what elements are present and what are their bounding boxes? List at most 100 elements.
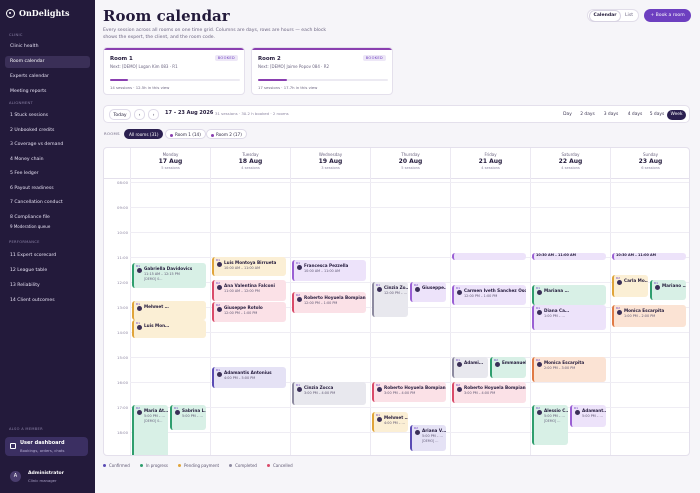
calendar-view-button[interactable]: Calendar	[590, 11, 620, 21]
chip-all-rooms[interactable]: All rooms (31)	[124, 129, 164, 139]
sidebar-item[interactable]: 6 Payout readiness	[5, 183, 90, 195]
session-block[interactable]: R2 Ariana V… 5:00 PM – … [DEMO] …	[410, 424, 446, 451]
session-block[interactable]: R2 Alessio C… 5:00 PM – … [DEMO] …	[532, 404, 568, 445]
time-label: 09:00	[117, 205, 128, 210]
session-expert-name: Luis Montoya Birrueta	[224, 260, 277, 265]
sidebar-item[interactable]: 14 Client outcomes	[5, 295, 90, 307]
day-name: Tuesday	[242, 152, 259, 157]
session-block[interactable]: R1 Mariano …	[650, 279, 686, 300]
session-block[interactable]: R1 Gabriella Davidovics 11:15 AM – 12:15 P…	[132, 263, 206, 289]
session-block[interactable]: R1 Cinzia Zocca 3:00 PM – 4:00 PM	[292, 382, 366, 405]
view-option[interactable]: 4 days	[624, 110, 646, 120]
chip-room-1[interactable]: Room 1 (14)	[165, 129, 206, 139]
day-header[interactable]: Tuesday 18 Aug 4 sessions	[210, 148, 290, 178]
session-block[interactable]: R2 Monica Escarpita 1:00 PM – 2:00 PM	[612, 304, 686, 327]
nav-section-title: PERFORMANCE	[9, 240, 40, 244]
session-block[interactable]: R1 Luis Mon…	[132, 319, 206, 339]
session-block[interactable]: R1 Adamant… 5:00 PM – …	[570, 404, 606, 427]
expert-avatar	[297, 264, 302, 270]
session-block[interactable]	[452, 253, 526, 260]
view-option[interactable]: Day	[560, 110, 575, 120]
session-block[interactable]: R1 Mariana …	[532, 284, 606, 305]
session-block[interactable]: 10:30 AM – 11:00 AM	[612, 253, 686, 260]
book-room-button[interactable]: + Book a room	[644, 9, 691, 22]
sidebar-item[interactable]: 4 Money chain	[5, 154, 90, 166]
app-name: OnDelights	[19, 8, 70, 18]
also-member-label: ALSO A MEMBER	[9, 427, 43, 431]
sidebar-item[interactable]: Clinic health	[5, 41, 90, 53]
avatar[interactable]: A	[10, 471, 21, 482]
session-expert-name: Francesca Pezzella	[304, 262, 349, 268]
day-header[interactable]: Monday 17 Aug 5 sessions	[130, 148, 210, 178]
expert-avatar	[377, 417, 382, 422]
day-column-divider	[130, 178, 131, 455]
sidebar-item[interactable]: 1 Stuck sessions	[5, 110, 90, 122]
session-block[interactable]: R2 Monica Escarpita 2:00 PM – 3:00 PM	[532, 357, 606, 382]
expert-avatar	[415, 429, 420, 435]
session-block[interactable]: R2 Roberto Hoyuela Bompiani 12:00 PM – 1:0…	[292, 292, 366, 314]
sidebar-item[interactable]: 11 Expert scorecard	[5, 250, 90, 262]
session-block[interactable]: R1 Francesca Pezzella 10:00 AM – 11:00 AM	[292, 259, 366, 281]
session-expert-name: Mehmet …	[144, 303, 169, 309]
legend-dot-icon	[178, 464, 182, 467]
sidebar-item[interactable]: 7 Cancellation conduct	[5, 197, 90, 209]
room-stats: 14 sessions · 12.5h in this view	[110, 85, 170, 90]
sidebar-item[interactable]: 2 Unbooked credits	[5, 125, 90, 137]
prev-week-button[interactable]: ‹	[134, 109, 145, 120]
session-block[interactable]: R1 Diana Ca… 1:00 PM – …	[532, 304, 606, 330]
view-option[interactable]: 2 days	[577, 110, 598, 120]
session-block[interactable]: R2 Maria At… 5:00 PM – … [DEMO] 0…	[132, 404, 168, 455]
session-block[interactable]: R1 Mehmet …	[132, 300, 206, 320]
session-block[interactable]: R1 Cinzia Zo… 12:00 PM – …	[372, 282, 408, 317]
room-2-dot-icon	[211, 133, 214, 137]
session-block[interactable]: R2Emmanuel…	[490, 357, 526, 379]
logo[interactable]: OnDelights	[6, 8, 70, 18]
session-block[interactable]: R2 Ana Valentina Falconi 11:00 AM – 12:00 …	[212, 279, 286, 301]
sidebar-item[interactable]: 13 Reliability	[5, 280, 90, 292]
sidebar-item[interactable]: 8 Compliance file	[5, 212, 90, 224]
day-header[interactable]: Friday 21 Aug 4 sessions	[450, 148, 530, 178]
next-week-button[interactable]: ›	[148, 109, 159, 120]
chip-room-2[interactable]: Room 2 (17)	[206, 129, 247, 139]
session-block[interactable]: R2 Giuseppe Rotolo 12:00 PM – 1:00 PM	[212, 302, 286, 322]
session-block[interactable]: R1 Mehmet … 4:00 PM – …	[372, 412, 408, 432]
day-name: Friday	[484, 152, 497, 157]
user-dashboard-link[interactable]: User dashboard Bookings, orders, chats	[5, 437, 88, 456]
session-block[interactable]: R2 Roberto Hoyuela Bompiani 3:00 PM – 4:00…	[372, 382, 446, 402]
sidebar: OnDelights CLINIC Clinic health Room calen…	[0, 0, 95, 493]
view-option[interactable]: 5 days	[648, 110, 666, 120]
day-count: 4 sessions	[481, 166, 500, 170]
list-view-button[interactable]: List	[620, 11, 638, 21]
session-client: [DEMO] 0…	[144, 418, 163, 423]
session-block[interactable]: R1 Carmen Iveth Sanchez Osoria12:00 PM – …	[452, 284, 526, 305]
session-block[interactable]: R1 Sabrina L… 5:00 PM – …	[170, 404, 206, 430]
session-block[interactable]: R2 Giuseppe…	[410, 282, 446, 302]
sidebar-item[interactable]: Experts calendar	[5, 71, 90, 83]
day-header[interactable]: Sunday 23 Aug 6 sessions	[610, 148, 689, 178]
session-block[interactable]: R2 Roberto Hoyuela Bompiani 3:00 PM – 4:00…	[452, 382, 526, 404]
sidebar-item[interactable]: 9 Moderation queue	[5, 224, 90, 230]
session-block[interactable]: 10:30 AM – 11:00 AM	[532, 253, 606, 260]
sidebar-item[interactable]: 12 League table	[5, 265, 90, 277]
session-block[interactable]: R1 Adami…	[452, 357, 488, 379]
sidebar-item[interactable]: 5 Fee ledger	[5, 168, 90, 180]
session-block[interactable]: R2 Carla Mo…	[612, 274, 648, 297]
day-header[interactable]: Wednesday 19 Aug 3 sessions	[290, 148, 370, 178]
rooms-filter-label: ROOMS	[104, 131, 120, 136]
room-card-2[interactable]: Room 2 BOOKED Next: [DEMO] Jaime Popov 0…	[251, 47, 393, 95]
sidebar-item[interactable]: Room calendar	[5, 56, 90, 68]
view-option[interactable]: Week	[667, 110, 686, 120]
today-button[interactable]: Today	[109, 109, 131, 120]
expert-avatar	[377, 287, 382, 292]
session-client: [DEMO] …	[544, 418, 561, 423]
session-block[interactable]: R1 Adamantis Antonius 4:00 PM – 5:00 PM	[212, 367, 286, 389]
day-column-divider	[370, 178, 371, 455]
sidebar-item[interactable]: Meeting reports	[5, 86, 90, 98]
room-card-1[interactable]: Room 1 BOOKED Next: [DEMO] Logan Kim 083…	[103, 47, 245, 95]
sidebar-item[interactable]: 3 Coverage vs demand	[5, 139, 90, 151]
day-header[interactable]: Saturday 22 Aug 4 sessions	[530, 148, 610, 178]
day-header[interactable]: Thursday 20 Aug 5 sessions	[370, 148, 450, 178]
time-label: 13:00	[117, 305, 128, 310]
view-option[interactable]: 3 days	[600, 110, 622, 120]
session-block[interactable]: R1 Luis Montoya Birrueta 10:00 AM – 11:00 …	[212, 257, 286, 276]
